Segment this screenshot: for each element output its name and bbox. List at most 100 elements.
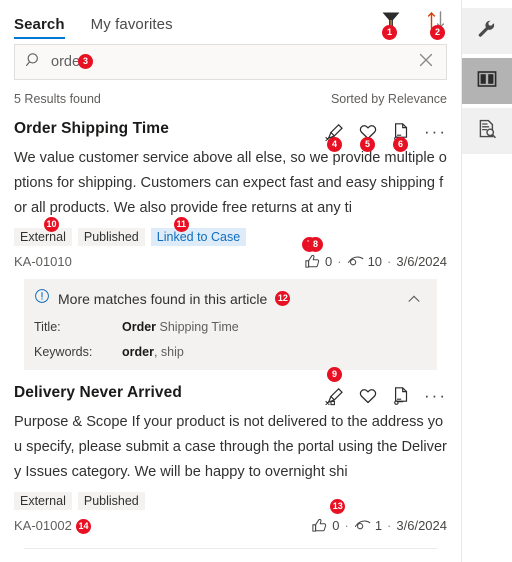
rail-document-search-button[interactable] bbox=[462, 108, 512, 154]
sort-label[interactable]: Sorted by Relevance bbox=[331, 92, 447, 106]
article-actions: 9 ··· bbox=[325, 367, 447, 406]
article-stats: 0 7 · 10 8 · 3/6/2024 bbox=[302, 237, 447, 270]
match-highlight: Order bbox=[122, 320, 157, 334]
article-footer: KA-01002 14 0 · 1 · 3/6/2024 13 bbox=[14, 499, 447, 534]
badge-12: 12 bbox=[275, 291, 291, 306]
badge-3: 3 bbox=[78, 54, 93, 69]
badge-6: 6 bbox=[393, 137, 409, 152]
tag-external[interactable]: External 10 bbox=[14, 217, 72, 246]
stats-separator: · bbox=[387, 254, 392, 269]
views-count: 10 bbox=[367, 254, 383, 269]
clear-search-icon[interactable] bbox=[414, 48, 438, 77]
knowledge-book-icon bbox=[476, 68, 498, 95]
more-matches-panel: More matches found in this article 12 Ti… bbox=[24, 279, 437, 370]
badge-1: 1 bbox=[382, 25, 397, 40]
search-area: 3 bbox=[14, 44, 447, 80]
likes-count: 0 bbox=[332, 518, 340, 533]
stats-separator: · bbox=[344, 518, 349, 533]
link-article-icon[interactable]: 4 bbox=[325, 122, 345, 152]
article-title[interactable]: Delivery Never Arrived bbox=[14, 384, 182, 402]
views-group[interactable]: 1 bbox=[354, 517, 382, 534]
tab-my-favorites[interactable]: My favorites bbox=[91, 16, 173, 38]
badge-5: 5 bbox=[360, 137, 376, 152]
rail-knowledge-button[interactable] bbox=[462, 58, 512, 104]
badge-14: 14 bbox=[76, 519, 91, 534]
article-stats: 0 · 1 · 3/6/2024 13 bbox=[311, 499, 447, 534]
match-value: order, ship bbox=[122, 345, 184, 359]
knowledge-search-panel: Search My favorites 1 2 order 3 5 Result… bbox=[0, 0, 512, 562]
match-rest: Shipping Time bbox=[156, 320, 239, 334]
match-row: Title: Order Shipping Time bbox=[34, 320, 425, 334]
tag-published[interactable]: Published bbox=[77, 228, 145, 246]
stats-separator: · bbox=[337, 254, 342, 269]
tools-wrench-icon bbox=[476, 18, 498, 45]
filter-icon[interactable]: 1 bbox=[379, 8, 403, 40]
views-eye-icon bbox=[347, 256, 363, 266]
search-input[interactable] bbox=[51, 54, 414, 70]
search-icon bbox=[25, 51, 43, 74]
header-actions: 1 2 bbox=[379, 8, 449, 40]
article-ka-id[interactable]: KA-01010 bbox=[14, 254, 72, 269]
badge-2: 2 bbox=[430, 25, 445, 40]
match-label: Keywords: bbox=[34, 345, 93, 359]
views-count: 1 bbox=[374, 518, 383, 533]
match-highlight: order bbox=[122, 345, 154, 359]
article-date-label: 3/6/2024 bbox=[396, 518, 447, 533]
tag-linked-to-case[interactable]: Linked to Case 11 bbox=[150, 217, 247, 246]
tab-search[interactable]: Search bbox=[14, 16, 65, 39]
article-tags: External 10 Published Linked to Case 11 bbox=[14, 217, 447, 246]
badge-4: 4 bbox=[327, 137, 343, 152]
article-actions: 4 5 6 ··· bbox=[325, 122, 447, 152]
article-footer: KA-01010 0 7 · bbox=[14, 237, 447, 270]
match-rest: , ship bbox=[153, 345, 184, 359]
match-value: Order Shipping Time bbox=[122, 320, 239, 334]
match-row: Keywords: order, ship bbox=[34, 345, 425, 359]
article-snippet: Purpose & Scope If your product is not d… bbox=[14, 414, 447, 480]
badge-11: 11 bbox=[173, 217, 189, 232]
badge-9: 9 bbox=[327, 367, 343, 382]
article-date: 3/6/2024 13 bbox=[330, 499, 447, 533]
more-matches-header[interactable]: More matches found in this article 12 bbox=[34, 288, 425, 309]
article-tags: External Published bbox=[14, 492, 447, 510]
more-matches-label: More matches found in this article bbox=[58, 290, 268, 307]
copy-link-icon[interactable] bbox=[391, 386, 411, 406]
search-main-column: Search My favorites 1 2 order 3 5 Result… bbox=[0, 0, 462, 562]
badge-13: 13 bbox=[330, 499, 346, 514]
article-snippet: We value customer service above all else… bbox=[14, 150, 447, 216]
results-count: 5 Results found bbox=[14, 92, 101, 106]
article-header: Order Shipping Time 4 5 6 ··· bbox=[14, 120, 447, 152]
tag-label: Linked to Case bbox=[156, 230, 241, 244]
sort-icon[interactable]: 2 bbox=[425, 8, 449, 40]
results-meta: 5 Results found Sorted by Relevance bbox=[14, 92, 447, 106]
article-card: Order Shipping Time 4 5 6 ··· We value c… bbox=[0, 120, 461, 370]
tag-published[interactable]: Published bbox=[77, 492, 145, 510]
stats-separator: · bbox=[387, 518, 392, 533]
article-date: 3/6/2024 bbox=[396, 254, 447, 269]
favorite-heart-icon[interactable]: 5 bbox=[358, 122, 378, 152]
link-article-icon[interactable]: 9 bbox=[325, 367, 345, 406]
views-eye-icon bbox=[354, 520, 371, 530]
info-icon bbox=[34, 288, 50, 309]
rail-tools-button[interactable] bbox=[462, 8, 512, 54]
copy-link-icon[interactable]: 6 bbox=[391, 122, 411, 152]
article-header: Delivery Never Arrived 9 ··· bbox=[14, 367, 447, 406]
thumbs-up-icon bbox=[305, 254, 320, 268]
match-label: Title: bbox=[34, 320, 61, 334]
more-options-icon[interactable]: ··· bbox=[424, 387, 447, 404]
chevron-up-icon[interactable] bbox=[405, 290, 423, 313]
search-box[interactable]: 3 bbox=[14, 44, 447, 80]
article-card: Delivery Never Arrived 9 ··· Purpose & S… bbox=[0, 367, 461, 549]
article-ka-id[interactable]: KA-01002 14 bbox=[14, 518, 91, 534]
badge-10: 10 bbox=[44, 217, 59, 232]
more-options-icon[interactable]: ··· bbox=[424, 123, 447, 140]
likes-group[interactable]: 0 7 bbox=[302, 237, 333, 270]
tag-label: External bbox=[20, 230, 66, 244]
views-group[interactable]: 10 8 bbox=[308, 237, 383, 270]
tag-external[interactable]: External bbox=[14, 492, 72, 510]
likes-group[interactable]: 0 bbox=[311, 517, 339, 534]
favorite-heart-icon[interactable] bbox=[358, 386, 378, 406]
article-title[interactable]: Order Shipping Time bbox=[14, 120, 169, 138]
thumbs-up-icon bbox=[312, 518, 327, 532]
likes-count: 0 bbox=[325, 254, 333, 269]
ka-id-label: KA-01002 bbox=[14, 518, 72, 533]
